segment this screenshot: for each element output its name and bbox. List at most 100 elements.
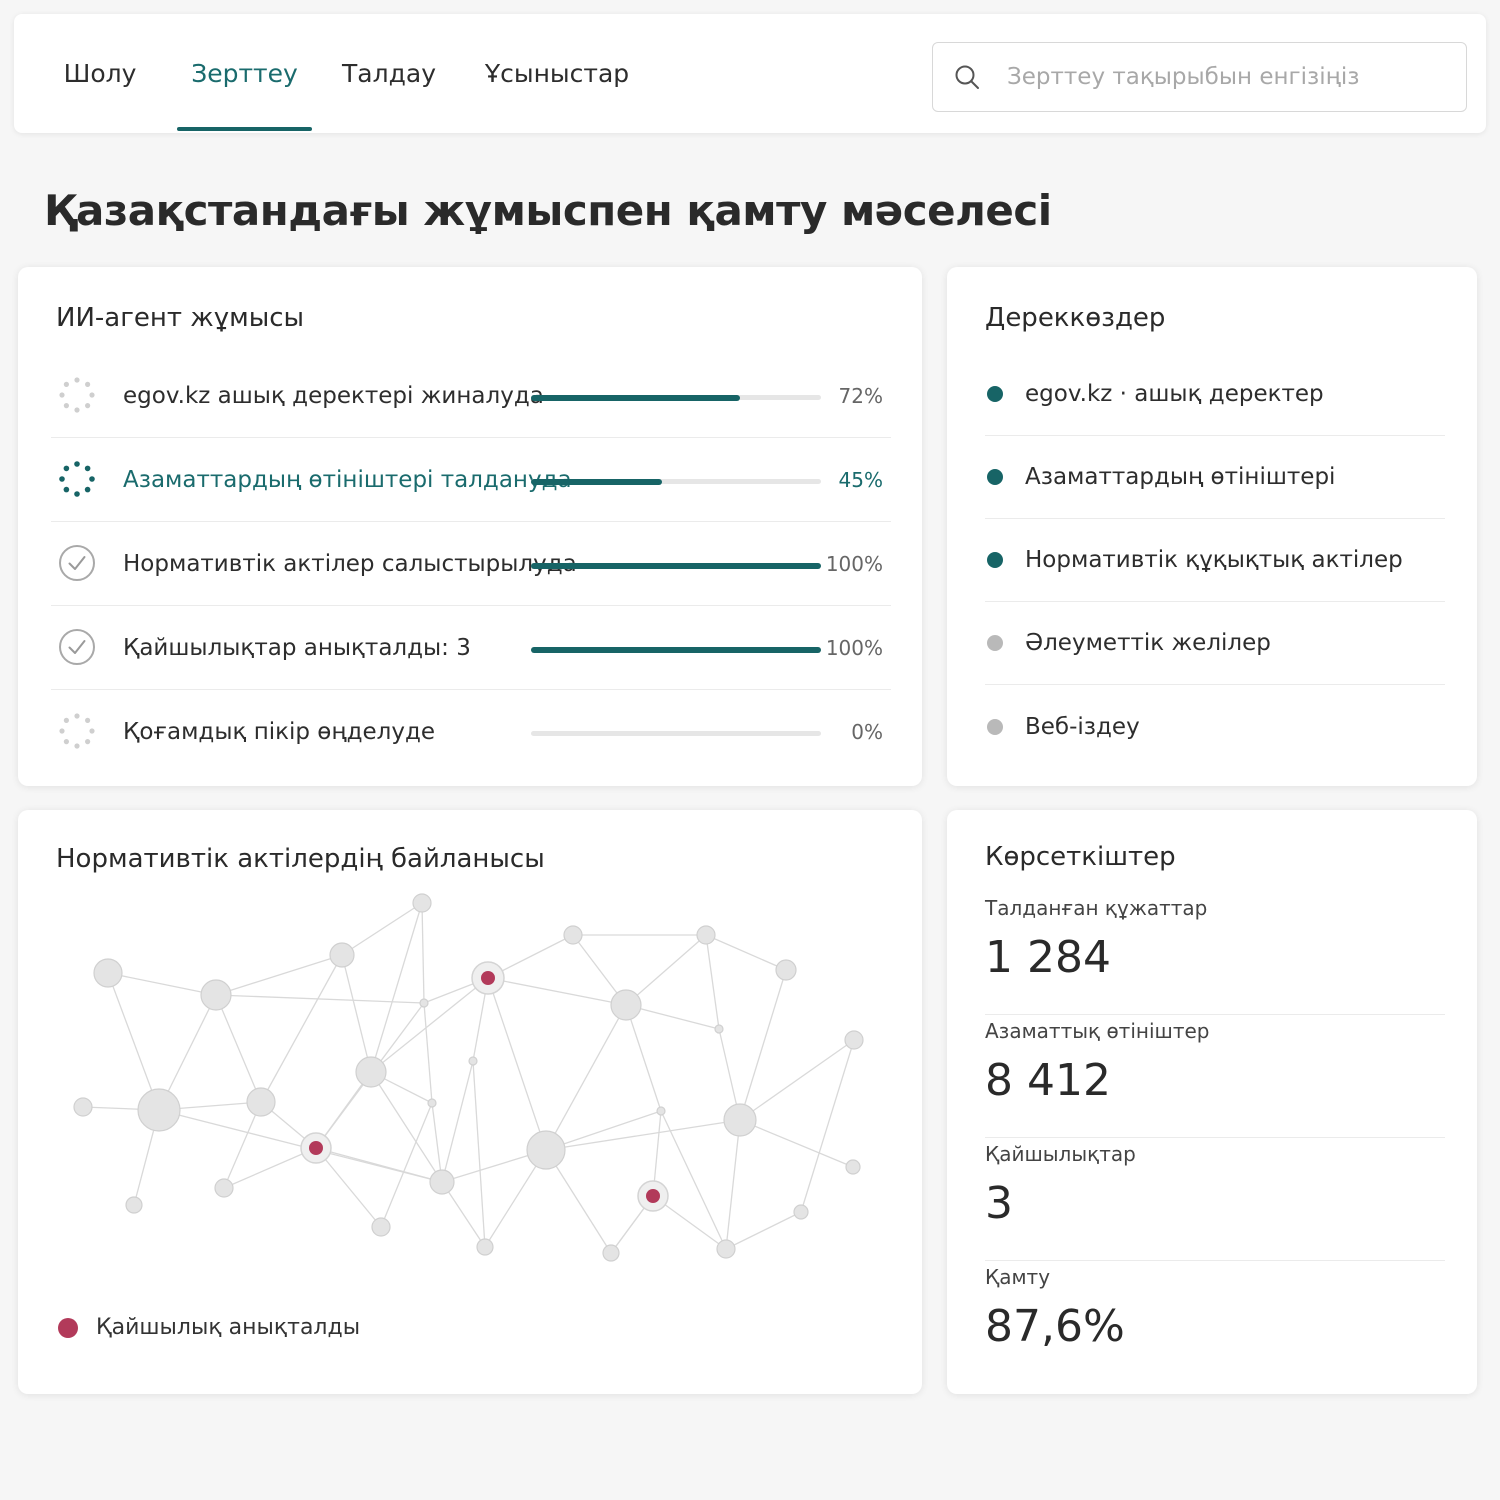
spinner-icon xyxy=(59,713,95,749)
agent-card-title: ИИ-агент жұмысы xyxy=(56,303,305,333)
progress-percent: 100% xyxy=(825,552,883,576)
search-box xyxy=(932,42,1467,112)
legend: Қайшылық анықталды xyxy=(58,1315,360,1340)
agent-task-label: Қайшылықтар анықталды: 3 xyxy=(123,635,471,661)
source-item-normative-acts[interactable]: Нормативтік құқықтық актілер xyxy=(985,519,1445,602)
network-node xyxy=(696,925,716,945)
network-edge xyxy=(341,902,423,956)
progress-percent: 100% xyxy=(825,636,883,660)
agent-task-label: Қоғамдық пікір өңделуде xyxy=(123,719,435,745)
agent-task-label: Нормативтік актілер салыстырылуда xyxy=(123,551,577,577)
network-node xyxy=(214,1178,234,1198)
network-node xyxy=(775,959,797,981)
metric-label: Қайшылықтар xyxy=(985,1142,1136,1166)
top-navigation: Шолу Зерттеу Талдау Ұсыныстар xyxy=(14,14,1486,133)
network-card-title: Нормативтік актілердің байланысы xyxy=(56,844,545,874)
network-edge xyxy=(441,1060,474,1183)
network-node xyxy=(716,1239,736,1259)
network-node xyxy=(845,1159,861,1175)
conflict-node[interactable] xyxy=(471,961,505,995)
metric-label: Қамту xyxy=(985,1265,1051,1289)
source-item-egov[interactable]: egov.kz · ашық деректер xyxy=(985,353,1445,436)
network-node xyxy=(723,1103,757,1137)
source-label: Әлеуметтік желілер xyxy=(1025,630,1271,656)
metric-contradictions: Қайшылықтар 3 xyxy=(985,1138,1445,1261)
metrics-card: Көрсеткіштер Талданған құжаттар 1 284 Азам… xyxy=(947,810,1477,1394)
network-edge xyxy=(107,972,160,1111)
metric-value: 1 284 xyxy=(985,932,1111,983)
search-icon[interactable] xyxy=(953,63,981,91)
network-edge xyxy=(545,1004,627,1151)
progress-fill xyxy=(531,478,662,485)
tab-research[interactable]: Зерттеу xyxy=(177,14,312,133)
conflict-node[interactable] xyxy=(300,1132,332,1164)
conflict-legend-label: Қайшылық анықталды xyxy=(96,1315,361,1340)
progress-bar xyxy=(531,562,821,569)
network-edge xyxy=(423,1002,433,1104)
network-edge xyxy=(487,977,627,1006)
conflict-node[interactable] xyxy=(637,1180,669,1212)
network-node xyxy=(200,979,232,1011)
network-edge xyxy=(725,1119,741,1250)
check-circle-icon xyxy=(59,545,95,581)
network-edge xyxy=(800,1039,855,1213)
network-node xyxy=(371,1217,391,1237)
source-label: Азаматтардың өтініштері xyxy=(1025,464,1336,490)
network-node xyxy=(412,893,432,913)
metric-coverage: Қамту 87,6% xyxy=(985,1261,1445,1384)
metric-value: 8 412 xyxy=(985,1055,1111,1106)
metric-label: Азаматтық өтініштер xyxy=(985,1019,1210,1043)
network-node xyxy=(329,942,355,968)
source-status-dot xyxy=(987,469,1003,485)
progress-bar xyxy=(531,646,821,653)
source-item-web-search[interactable]: Веб-іздеу xyxy=(985,685,1445,768)
network-node xyxy=(429,1169,455,1195)
search-input[interactable] xyxy=(1007,64,1466,90)
network-node xyxy=(468,1056,478,1066)
source-label: egov.kz · ашық деректер xyxy=(1025,381,1324,407)
tab-overview[interactable]: Шолу xyxy=(64,14,137,133)
metric-label: Талданған құжаттар xyxy=(985,896,1208,920)
progress-percent: 45% xyxy=(838,468,883,492)
metric-value: 87,6% xyxy=(985,1301,1125,1352)
source-status-dot xyxy=(987,718,1003,735)
agent-task-contradictions: Қайшылықтар анықталды: 3 100% xyxy=(51,606,891,690)
network-node xyxy=(610,989,642,1021)
progress-bar xyxy=(531,478,821,485)
network-node xyxy=(526,1130,566,1170)
network-node xyxy=(93,958,123,988)
check-circle-icon xyxy=(59,629,95,665)
spinner-icon xyxy=(59,461,95,497)
progress-bar xyxy=(531,731,821,736)
progress-bar xyxy=(531,394,821,401)
metric-analyzed-documents: Талданған құжаттар 1 284 xyxy=(985,892,1445,1015)
network-edge xyxy=(739,969,787,1121)
source-status-dot xyxy=(987,552,1003,568)
network-node xyxy=(419,998,429,1008)
network-edge xyxy=(625,1004,662,1112)
progress-percent: 0% xyxy=(851,720,883,744)
source-item-citizen-appeals[interactable]: Азаматтардың өтініштері xyxy=(985,436,1445,519)
network-edge xyxy=(739,1119,854,1168)
source-label: Нормативтік құқықтық актілер xyxy=(1025,547,1403,573)
agent-task-normative-acts: Нормативтік актілер салыстырылуда 100% xyxy=(51,522,891,606)
network-edge xyxy=(380,1102,433,1228)
agent-task-egov-data: egov.kz ашық деректері жиналуда 72% xyxy=(51,354,891,438)
source-status-dot xyxy=(987,386,1003,402)
network-node xyxy=(125,1196,143,1214)
network-node xyxy=(246,1087,276,1117)
network-node xyxy=(602,1244,620,1262)
progress-fill xyxy=(531,646,821,653)
network-node xyxy=(656,1106,666,1116)
source-label: Веб-іздеу xyxy=(1025,713,1140,740)
metrics-card-title: Көрсеткіштер xyxy=(985,842,1176,872)
network-node xyxy=(355,1056,387,1088)
network-edge xyxy=(705,934,720,1030)
source-item-social-networks[interactable]: Әлеуметтік желілер xyxy=(985,602,1445,685)
network-node xyxy=(793,1204,809,1220)
network-card: Нормативтік актілердің байланысы Қайшылы… xyxy=(18,810,922,1394)
tab-analysis[interactable]: Талдау xyxy=(342,14,436,133)
network-edge xyxy=(739,1039,855,1121)
network-node xyxy=(476,1238,494,1256)
tab-recommendations[interactable]: Ұсыныстар xyxy=(485,14,629,133)
